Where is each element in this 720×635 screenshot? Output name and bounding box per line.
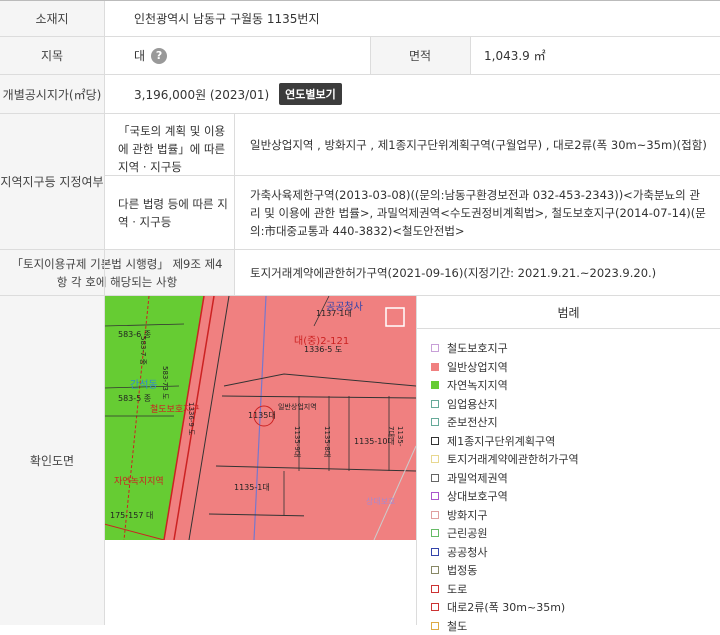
map-label-lot-583-7: 583-7 종 <box>138 336 148 365</box>
price-label: 개별공시지가(㎡당) <box>0 75 104 114</box>
map-label-lot-583-5: 583-5 종 <box>118 393 151 404</box>
map-label-lot-1135-1: 1135-1대 <box>234 482 270 493</box>
legend-item-label: 법정동 <box>447 562 477 578</box>
location-label: 소재지 <box>0 1 104 37</box>
legend-item: 일반상업지역 <box>431 358 720 377</box>
legend-item: 공공청사 <box>431 543 720 562</box>
legend-title: 범례 <box>417 296 720 329</box>
land-category-value: 대 <box>134 47 145 64</box>
legend-item: 토지거래계약에관한허가구역 <box>431 450 720 469</box>
legend-list: 철도보호지구일반상업지역자연녹지지역임업용산지준보전산지제1종지구단위계획구역토… <box>417 329 720 635</box>
zoning-sub1-label: 「국토의 계획 및 이용에 관한 법률」에 따른 지역 · 지구등 <box>104 114 234 176</box>
legend-item: 자연녹지지역 <box>431 376 720 395</box>
map-label-lot-1336-9: 1336-9 도 <box>186 402 196 435</box>
legend-item-label: 철도보호지구 <box>447 340 508 356</box>
legend-item-label: 상대보호구역 <box>447 488 508 504</box>
map-label-lot-1135-7: 1135-7대 <box>386 426 404 446</box>
land-category-cell: 대 ? <box>104 37 370 75</box>
legend-item-label: 근린공원 <box>447 525 487 541</box>
price-value: 3,196,000원 (2023/01) <box>134 86 269 103</box>
land-category-label: 지목 <box>0 37 104 75</box>
legend-swatch-icon <box>431 511 439 519</box>
legend-item-label: 제1종지구단위계획구역 <box>447 433 555 449</box>
zoning-sub2-value: 가축사육제한구역(2013-03-08)((문의:남동구환경보전과 032-45… <box>234 176 720 250</box>
confirmation-map[interactable]: 공공청사 1137-1대 대(중)2-121 1336-5 도 583-6 종 … <box>104 296 416 540</box>
act-label: 「토지이용규제 기본법 시행령」 제9조 제4항 각 호에 해당되는 사항 <box>0 250 234 296</box>
map-label-road: 상대보호 <box>366 496 395 507</box>
help-icon[interactable]: ? <box>151 48 167 64</box>
map-label-lot-1135-9: 1135-9대 <box>292 426 302 457</box>
map-label-nature-green: 자연녹지지역 <box>114 474 164 487</box>
legend-item-label: 대로2류(폭 30m~35m) <box>447 599 565 615</box>
act-value: 토지거래계약에관한허가구역(2021-09-16)(지정기간: 2021.9.2… <box>234 250 720 296</box>
legend-item: 철도보호지구 <box>431 339 720 358</box>
location-value: 인천광역시 남동구 구월동 1135번지 <box>104 1 720 37</box>
legend-item-label: 철도 <box>447 618 467 634</box>
legend-swatch-icon <box>431 363 439 371</box>
zoning-sub2-label: 다른 법령 등에 따른 지역 · 지구등 <box>104 176 234 250</box>
price-cell: 3,196,000원 (2023/01) 연도별보기 <box>104 75 720 114</box>
legend-item-label: 임업용산지 <box>447 396 498 412</box>
legend-item: 철도 <box>431 617 720 635</box>
legend-swatch-icon <box>431 418 439 426</box>
legend-item: 준보전산지 <box>431 413 720 432</box>
map-label-lot-1137: 1137-1대 <box>316 308 352 319</box>
map-label-green: 간석동 <box>130 376 158 391</box>
map-label-lot-1336: 1336-5 도 <box>304 344 342 355</box>
legend-swatch-icon <box>431 548 439 556</box>
zoning-label: 지역지구등 지정여부 <box>0 114 104 250</box>
map-label-general-comm: 일반상업지역 <box>278 402 317 412</box>
legend-item-label: 자연녹지지역 <box>447 377 508 393</box>
legend-swatch-icon <box>431 400 439 408</box>
legend-item-label: 도로 <box>447 581 467 597</box>
legend-swatch-icon <box>431 529 439 537</box>
map-label: 확인도면 <box>0 296 104 625</box>
legend-swatch-icon <box>431 585 439 593</box>
legend-item: 과밀억제권역 <box>431 469 720 488</box>
legend-swatch-icon <box>431 474 439 482</box>
legend-swatch-icon <box>431 603 439 611</box>
legend-item-label: 과밀억제권역 <box>447 470 508 486</box>
map-label-lot-175: 175-157 대 <box>110 510 153 521</box>
area-label: 면적 <box>370 37 470 75</box>
legend-item: 대로2류(폭 30m~35m) <box>431 598 720 617</box>
legend-item-label: 토지거래계약에관한허가구역 <box>447 451 579 467</box>
map-label-lot-1135: 1135대 <box>248 410 276 421</box>
legend-item: 제1종지구단위계획구역 <box>431 432 720 451</box>
zoning-sub1-value: 일반상업지역 , 방화지구 , 제1종지구단위계획구역(구월업무) , 대로2류… <box>234 114 720 176</box>
legend-item: 상대보호구역 <box>431 487 720 506</box>
legend-item-label: 방화지구 <box>447 507 487 523</box>
yearly-view-button[interactable]: 연도별보기 <box>279 83 342 105</box>
legend-item-label: 일반상업지역 <box>447 359 508 375</box>
legend-swatch-icon <box>431 455 439 463</box>
legend-swatch-icon <box>431 437 439 445</box>
map-label-lot-583-73: 583-73 도 <box>160 366 170 399</box>
land-use-table: 소재지 인천광역시 남동구 구월동 1135번지 지목 대 ? 면적 1,043… <box>0 0 720 625</box>
legend-swatch-icon <box>431 492 439 500</box>
legend-item: 도로 <box>431 580 720 599</box>
legend-item-label: 준보전산지 <box>447 414 498 430</box>
expand-map-icon[interactable] <box>387 309 403 325</box>
legend-item: 근린공원 <box>431 524 720 543</box>
map-label-lot-1135-8: 1135-8대 <box>322 426 332 457</box>
legend-panel: 범례 철도보호지구일반상업지역자연녹지지역임업용산지준보전산지제1종지구단위계획… <box>416 296 720 625</box>
legend-swatch-icon <box>431 622 439 630</box>
legend-item-label: 공공청사 <box>447 544 487 560</box>
legend-item: 법정동 <box>431 561 720 580</box>
area-value: 1,043.9 ㎡ <box>470 37 720 75</box>
map-blank <box>104 540 416 625</box>
legend-swatch-icon <box>431 381 439 389</box>
legend-item: 방화지구 <box>431 506 720 525</box>
legend-swatch-icon <box>431 566 439 574</box>
legend-item: 임업용산지 <box>431 395 720 414</box>
legend-swatch-icon <box>431 344 439 352</box>
